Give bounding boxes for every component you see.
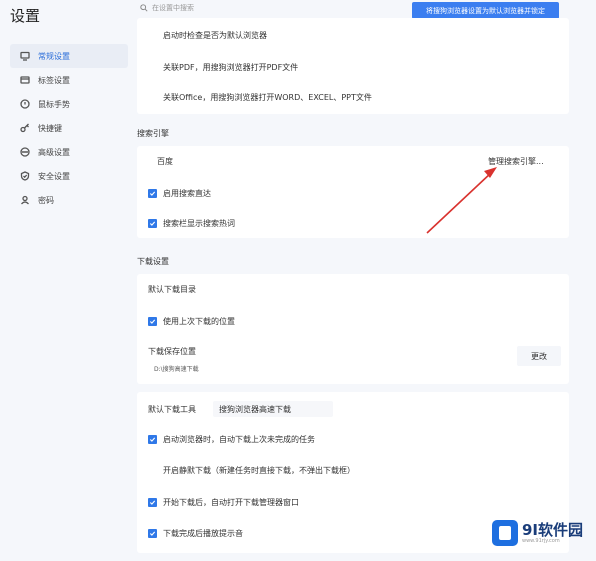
logo-text: 9I软件园 (522, 521, 584, 539)
checkbox-label: 下载完成后播放提示音 (163, 529, 243, 538)
check-default-browser-option[interactable]: 启动时检查是否为默认浏览器 (163, 30, 267, 41)
checkbox-checked-icon (148, 435, 157, 444)
dots-icon (20, 147, 30, 157)
set-default-browser-button[interactable]: 将搜狗浏览器设置为默认浏览器并锁定 (412, 2, 559, 19)
search-engine-select[interactable]: 百度 (157, 156, 173, 167)
checkbox-checked-icon (148, 529, 157, 538)
checkbox-label: 启用搜索直达 (163, 189, 211, 198)
settings-sidebar: 常规设置 标签设置 鼠标手势 快捷键 高级设置 安全设置 密码 (10, 44, 128, 212)
checkbox-checked-icon (148, 189, 157, 198)
checkbox-label: 启动浏览器时，自动下载上次未完成的任务 (163, 435, 315, 444)
sidebar-item-passwords[interactable]: 密码 (10, 188, 128, 212)
checkbox-checked-icon (148, 317, 157, 326)
default-download-dir-label: 默认下载目录 (148, 284, 196, 295)
sidebar-item-label: 常规设置 (38, 51, 70, 61)
sidebar-item-label: 密码 (38, 195, 54, 205)
checkbox-label: 使用上次下载的位置 (163, 317, 235, 326)
sidebar-item-tabs[interactable]: 标签设置 (10, 68, 128, 92)
user-icon (21, 195, 29, 205)
checkbox-label: 开始下载后，自动打开下载管理器窗口 (163, 498, 299, 507)
key-icon (20, 123, 29, 133)
sidebar-item-label: 高级设置 (38, 147, 70, 157)
sidebar-item-security[interactable]: 安全设置 (10, 164, 128, 188)
monitor-icon (20, 51, 30, 61)
sidebar-item-label: 快捷键 (38, 123, 62, 133)
download-tool-select[interactable]: 搜狗浏览器高速下载 (213, 401, 333, 417)
site-logo: 9I软件园 www.91rjy.com (492, 510, 592, 556)
sidebar-item-label: 鼠标手势 (38, 99, 70, 109)
play-sound-checkbox[interactable]: 下载完成后播放提示音 (148, 528, 243, 539)
option-label: 关联PDF，用搜狗浏览器打开PDF文件 (163, 63, 299, 72)
checkbox-checked-icon (148, 498, 157, 507)
settings-search-input[interactable]: 在设置中搜索 (140, 1, 380, 15)
option-label: 启动时检查是否为默认浏览器 (163, 31, 267, 40)
show-hot-words-checkbox[interactable]: 搜索栏显示搜索热词 (148, 218, 235, 229)
label-text: 默认下载目录 (148, 285, 196, 294)
sidebar-item-label: 安全设置 (38, 171, 70, 181)
checkbox-checked-icon (148, 219, 157, 228)
logo-mark-icon (492, 520, 518, 546)
sidebar-item-mouse-gestures[interactable]: 鼠标手势 (10, 92, 128, 116)
default-download-tool-label: 默认下载工具 (148, 404, 196, 415)
label-text: 默认下载工具 (148, 405, 196, 414)
mouse-icon (20, 99, 30, 109)
save-location-label: 下载保存位置 (148, 346, 196, 357)
resume-downloads-checkbox[interactable]: 启动浏览器时，自动下载上次未完成的任务 (148, 434, 315, 445)
sidebar-item-shortcuts[interactable]: 快捷键 (10, 116, 128, 140)
option-label: 开启静默下载（新建任务时直接下载，不弹出下载框） (163, 466, 355, 475)
enable-search-direct-checkbox[interactable]: 启用搜索直达 (148, 188, 211, 199)
search-engine-value: 百度 (157, 157, 173, 166)
sidebar-item-general[interactable]: 常规设置 (10, 44, 128, 68)
search-icon (140, 4, 148, 12)
associate-pdf-option[interactable]: 关联PDF，用搜狗浏览器打开PDF文件 (163, 62, 298, 73)
checkbox-label: 搜索栏显示搜索热词 (163, 219, 235, 228)
sidebar-item-label: 标签设置 (38, 75, 70, 85)
tab-icon (20, 76, 30, 84)
download-path-field[interactable]: D:\搜狗高速下载 (148, 361, 338, 375)
download-section-title: 下载设置 (137, 257, 169, 266)
manage-search-engines-link[interactable]: 管理搜索引擎... (488, 156, 544, 167)
label-text: 下载保存位置 (148, 347, 196, 356)
open-download-manager-checkbox[interactable]: 开始下载后，自动打开下载管理器窗口 (148, 497, 299, 508)
search-placeholder: 在设置中搜索 (152, 4, 194, 12)
search-engine-card: 百度 管理搜索引擎... 启用搜索直达 搜索栏显示搜索热词 (137, 146, 569, 238)
search-engine-section-title: 搜索引擎 (137, 129, 169, 138)
settings-title: 设置 (10, 7, 41, 25)
silent-download-option[interactable]: 开启静默下载（新建任务时直接下载，不弹出下载框） (163, 465, 355, 476)
associate-office-option[interactable]: 关联Office，用搜狗浏览器打开WORD、EXCEL、PPT文件 (163, 92, 372, 103)
option-label: 关联Office，用搜狗浏览器打开WORD、EXCEL、PPT文件 (163, 93, 372, 102)
use-last-location-checkbox[interactable]: 使用上次下载的位置 (148, 316, 235, 327)
sidebar-item-advanced[interactable]: 高级设置 (10, 140, 128, 164)
change-location-button[interactable]: 更改 (517, 346, 561, 366)
default-browser-card: 启动时检查是否为默认浏览器 关联PDF，用搜狗浏览器打开PDF文件 关联Offi… (137, 18, 569, 114)
shield-icon (20, 171, 30, 181)
